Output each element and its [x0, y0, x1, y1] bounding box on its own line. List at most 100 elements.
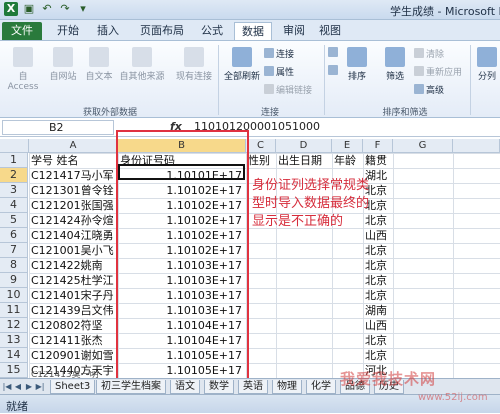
row-header[interactable]: 8	[0, 258, 28, 273]
column-header-f[interactable]: F	[363, 139, 393, 153]
redo-icon[interactable]: ↷	[58, 2, 72, 16]
from-text-button[interactable]: 自文本	[82, 45, 116, 82]
cell-b[interactable]: 1.10105E+17	[120, 363, 244, 378]
tab-file[interactable]: 文件	[2, 22, 42, 40]
column-header-a[interactable]: A	[29, 139, 118, 153]
cell-a1[interactable]: 学号 姓名	[31, 153, 117, 168]
cell-b[interactable]: 1.10103E+17	[120, 288, 244, 303]
cell-b[interactable]: 1.10102E+17	[120, 213, 244, 228]
select-all-corner[interactable]	[0, 139, 29, 153]
cell-a[interactable]: C121001吴小飞	[31, 243, 117, 258]
cell-a[interactable]: C120802符坚	[31, 318, 117, 333]
cell-f[interactable]: 北京	[365, 273, 393, 288]
cell-f[interactable]: 湖南	[365, 303, 393, 318]
row-header[interactable]: 1	[0, 153, 28, 168]
row-header[interactable]: 5	[0, 213, 28, 228]
row-header[interactable]: 9	[0, 273, 28, 288]
row-header[interactable]: 6	[0, 228, 28, 243]
cell-f[interactable]: 北京	[365, 243, 393, 258]
column-header-g[interactable]: G	[393, 139, 453, 153]
first-sheet-icon[interactable]: |◀	[2, 381, 12, 392]
cell-b[interactable]: 1.10102E+17	[120, 198, 244, 213]
clear-button[interactable]: 清除	[414, 47, 444, 60]
tab-home[interactable]: 开始	[50, 22, 86, 40]
edit-links-button[interactable]: 编辑链接	[264, 83, 312, 96]
cell-a[interactable]: C121201张国强	[31, 198, 117, 213]
sheet-tab[interactable]: 物理	[272, 380, 302, 394]
sheet-tab[interactable]: 初三学生档案	[96, 380, 166, 394]
row-header[interactable]: 14	[0, 348, 28, 363]
row-header[interactable]: 12	[0, 318, 28, 333]
from-other-sources-button[interactable]: 自其他来源	[118, 45, 166, 82]
row-header[interactable]: 3	[0, 183, 28, 198]
cell-f[interactable]: 北京	[365, 333, 393, 348]
existing-connections-button[interactable]: 现有连接	[172, 45, 216, 82]
fx-icon[interactable]: fx	[170, 120, 182, 133]
cell-b[interactable]: 1.10102E+17	[120, 243, 244, 258]
next-sheet-icon[interactable]: ▶	[24, 381, 34, 392]
cell-b[interactable]: 1.10103E+17	[120, 258, 244, 273]
sheet-tab[interactable]: 语文	[170, 380, 200, 394]
cell-a[interactable]: C121422姚南	[31, 258, 117, 273]
row-header[interactable]: 11	[0, 303, 28, 318]
row-header[interactable]: 2	[0, 168, 28, 183]
tab-data[interactable]: 数据	[234, 22, 272, 40]
column-header-d[interactable]: D	[276, 139, 332, 153]
prev-sheet-icon[interactable]: ◀	[13, 381, 23, 392]
last-sheet-icon[interactable]: ▶|	[35, 381, 45, 392]
reapply-button[interactable]: 重新应用	[414, 65, 462, 78]
name-box[interactable]: B2	[2, 120, 114, 135]
cell-a[interactable]: C121401宋子丹	[31, 288, 117, 303]
cell-a[interactable]: C121411张杰	[31, 333, 117, 348]
sort-button[interactable]: 排序	[342, 45, 372, 82]
connections-button[interactable]: 连接	[264, 47, 294, 60]
row-header[interactable]: 13	[0, 333, 28, 348]
tab-view[interactable]: 视图	[312, 22, 348, 40]
sort-desc-button[interactable]	[328, 65, 340, 77]
from-web-button[interactable]: 自网站	[46, 45, 80, 82]
row-header[interactable]: 4	[0, 198, 28, 213]
properties-button[interactable]: 属性	[264, 65, 294, 78]
qat-dropdown-icon[interactable]: ▾	[76, 2, 90, 16]
filter-button[interactable]: 筛选	[378, 45, 412, 82]
row-header[interactable]: 7	[0, 243, 28, 258]
cell-a[interactable]: C121404江晓勇	[31, 228, 117, 243]
tab-review[interactable]: 审阅	[276, 22, 312, 40]
sheet-tab[interactable]: Sheet3	[50, 380, 96, 394]
cell-f[interactable]: 北京	[365, 348, 393, 363]
sheet-tab[interactable]: 英语	[238, 380, 268, 394]
cell-e1[interactable]: 年龄	[334, 153, 363, 168]
cell-f[interactable]: 山西	[365, 318, 393, 333]
tab-insert[interactable]: 插入	[90, 22, 126, 40]
cell-b[interactable]: 1.10103E+17	[120, 273, 244, 288]
cell-b[interactable]: 1.10103E+17	[120, 303, 244, 318]
cell-b[interactable]: 1.10105E+17	[120, 348, 244, 363]
tab-formula[interactable]: 公式	[194, 22, 230, 40]
sort-asc-button[interactable]	[328, 47, 340, 59]
excel-logo-icon[interactable]: X	[4, 2, 18, 16]
cell-d1[interactable]: 出生日期	[278, 153, 332, 168]
cell-b[interactable]: 1.10102E+17	[120, 183, 244, 198]
cell-a[interactable]: C121301曾令铨	[31, 183, 117, 198]
column-header-e[interactable]: E	[332, 139, 363, 153]
text-to-columns-button[interactable]: 分列	[474, 45, 500, 82]
cell-f1[interactable]: 籍贯	[365, 153, 393, 168]
row-header[interactable]: 15	[0, 363, 28, 378]
cell-b[interactable]: 1.10102E+17	[120, 228, 244, 243]
cell-f[interactable]: 北京	[365, 258, 393, 273]
undo-icon[interactable]: ↶	[40, 2, 54, 16]
sheet-tab[interactable]: 化学	[306, 380, 336, 394]
save-icon[interactable]: ▣	[22, 2, 36, 16]
cell-a[interactable]: C121417马小军	[31, 168, 117, 183]
formula-input[interactable]: 110101200001051000	[194, 120, 320, 134]
tab-page-layout[interactable]: 页面布局	[134, 22, 190, 40]
refresh-all-button[interactable]: 全部刷新	[222, 45, 262, 82]
cell-f[interactable]: 北京	[365, 288, 393, 303]
advanced-button[interactable]: 高级	[414, 83, 444, 96]
cell-a[interactable]: C120901谢如雪	[31, 348, 117, 363]
cell-a[interactable]: C121424孙令煊	[31, 213, 117, 228]
column-header-b[interactable]: B	[118, 139, 246, 153]
from-access-button[interactable]: 自 Access	[4, 45, 42, 92]
column-header-h[interactable]	[453, 139, 500, 153]
column-header-c[interactable]: C	[246, 139, 276, 153]
